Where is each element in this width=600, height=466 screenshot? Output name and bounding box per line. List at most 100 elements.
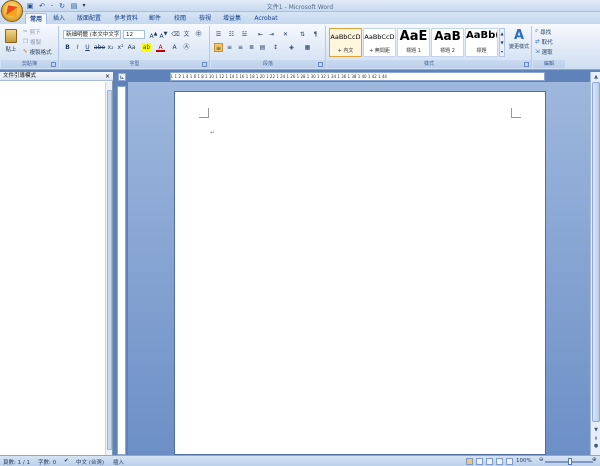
font-name-dropdown[interactable]: 新細明體 (本文中文字	[63, 30, 121, 39]
select-browse-object-icon[interactable]: ●	[592, 442, 600, 450]
tab-mailings[interactable]: 郵件	[146, 13, 164, 24]
style-normal[interactable]: AaBbCcD + 內文	[329, 28, 362, 57]
superscript-icon[interactable]: x²	[116, 43, 125, 52]
enclose-char-icon[interactable]: ㊥	[194, 30, 203, 39]
find-button[interactable]: ⌕ 尋找	[535, 27, 551, 36]
replace-label: 取代	[541, 39, 553, 46]
justify-icon[interactable]: ≣	[247, 43, 256, 52]
font-group-label: 字型	[60, 60, 209, 68]
zoom-in-icon[interactable]: ⊕	[592, 457, 597, 463]
italic-icon[interactable]: I	[73, 43, 82, 52]
status-words[interactable]: 字數: 0	[38, 458, 56, 466]
subscript-icon[interactable]: x₂	[106, 43, 115, 52]
replace-button[interactable]: ⇄ 取代	[535, 37, 553, 46]
sort-icon[interactable]: ⇅	[298, 30, 307, 39]
char-shading-icon[interactable]: A	[170, 43, 179, 52]
paragraph-launcher-icon[interactable]	[318, 62, 323, 67]
tab-add-ins[interactable]: 增益集	[220, 13, 244, 24]
format-painter-button[interactable]: ✎ 複製格式	[23, 47, 52, 56]
increase-indent-icon[interactable]: ⇥	[267, 30, 276, 39]
bullets-icon[interactable]: ☰	[214, 30, 223, 39]
cut-button[interactable]: ✂ 剪下	[23, 27, 41, 36]
grow-font-icon[interactable]: A▲	[149, 30, 158, 40]
office-button[interactable]	[1, 0, 23, 22]
zoom-level[interactable]: 100%	[516, 458, 532, 464]
tab-home[interactable]: 常用	[25, 13, 47, 24]
change-styles-button[interactable]: A 變更樣式	[507, 28, 531, 58]
tab-references[interactable]: 參考資料	[111, 13, 141, 24]
asian-layout-icon[interactable]: ✕	[281, 30, 290, 39]
tab-insert[interactable]: 插入	[50, 13, 68, 24]
copy-button[interactable]: ❐ 複製	[23, 37, 41, 46]
change-case-icon[interactable]: Aa	[127, 43, 136, 52]
select-label: 選取	[541, 49, 553, 56]
styles-scroll[interactable]: ▲ ▼ ▾	[499, 28, 505, 57]
draft-view-icon[interactable]	[506, 458, 513, 465]
highlight-icon[interactable]: ab	[142, 43, 151, 52]
underline-icon[interactable]: U	[83, 43, 92, 52]
show-marks-icon[interactable]: ¶	[311, 30, 320, 39]
close-icon[interactable]: ×	[105, 72, 110, 81]
scissors-icon: ✂	[23, 28, 28, 35]
document-map-scrollbar[interactable]	[105, 82, 112, 455]
styles-group: AaBbCcD + 內文 AaBbCcD + 無間距 AaE 標題 1 AaB …	[327, 26, 532, 68]
shrink-font-icon[interactable]: A▼	[159, 30, 168, 40]
char-border-icon[interactable]: Ⓐ	[182, 43, 191, 52]
margin-mark-top-left	[199, 108, 209, 118]
vertical-ruler[interactable]	[117, 86, 126, 455]
style-no-spacing[interactable]: AaBbCcD + 無間距	[363, 28, 396, 57]
proofing-icon[interactable]: ✔	[64, 458, 69, 464]
print-layout-view-icon[interactable]	[466, 458, 473, 465]
horizontal-ruler[interactable]: L 1 2 1 4 1 6 1 8 1 10 1 12 1 14 1 16 1 …	[170, 72, 545, 81]
align-right-icon[interactable]: ≡	[236, 43, 245, 52]
numbering-icon[interactable]: ☷	[227, 30, 236, 39]
scroll-up-icon[interactable]: ▲	[592, 73, 600, 81]
bold-icon[interactable]: B	[63, 43, 72, 52]
line-spacing-icon[interactable]: ↕	[271, 43, 280, 52]
paste-button[interactable]: 貼上	[4, 28, 18, 56]
distributed-icon[interactable]: ▤	[258, 43, 267, 52]
style-heading-2[interactable]: AaB 標題 2	[431, 28, 464, 57]
vertical-scrollbar[interactable]: ▲ ▼ ⇞ ●	[590, 72, 600, 455]
align-center-icon[interactable]: ≡	[225, 43, 234, 52]
phonetic-guide-icon[interactable]: 文	[182, 30, 191, 39]
zoom-slider-thumb[interactable]	[568, 458, 572, 465]
web-layout-view-icon[interactable]	[486, 458, 493, 465]
select-button[interactable]: ⇲ 選取	[535, 47, 553, 56]
copy-icon: ❐	[23, 38, 28, 45]
change-styles-icon: A	[513, 28, 525, 43]
styles-launcher-icon[interactable]	[524, 62, 529, 67]
style-title[interactable]: AaBb( 標題	[465, 28, 498, 57]
font-color-icon[interactable]: A	[156, 43, 165, 52]
ribbon: 貼上 ✂ 剪下 ❐ 複製 ✎ 複製格式 剪貼簿 新細明體 (本文中文字 12 A▲ A…	[0, 24, 600, 70]
margin-mark-top-right	[511, 108, 521, 118]
clear-format-icon[interactable]: ⌫	[171, 30, 180, 39]
font-size-dropdown[interactable]: 12	[123, 30, 145, 39]
align-left-icon[interactable]: ≡	[214, 43, 223, 52]
strikethrough-icon[interactable]: abe	[94, 43, 105, 52]
ribbon-tabs: 常用 插入 版面配置 參考資料 郵件 校閱 檢視 增益集 Acrobat	[0, 12, 600, 24]
multilevel-list-icon[interactable]: ☱	[240, 30, 249, 39]
tab-view[interactable]: 檢視	[196, 13, 214, 24]
status-mode[interactable]: 插入	[113, 458, 124, 466]
status-language[interactable]: 中文 (台灣)	[76, 458, 104, 466]
font-launcher-icon[interactable]	[202, 62, 207, 67]
borders-icon[interactable]: ▦	[303, 43, 312, 52]
decrease-indent-icon[interactable]: ⇤	[256, 30, 265, 39]
outline-view-icon[interactable]	[496, 458, 503, 465]
style-heading-1[interactable]: AaE 標題 1	[397, 28, 430, 57]
full-screen-view-icon[interactable]	[476, 458, 483, 465]
zoom-out-icon[interactable]: ⊖	[539, 457, 544, 463]
shading-icon[interactable]: ◈	[287, 43, 296, 52]
status-page[interactable]: 頁數: 1 / 1	[3, 458, 30, 466]
tab-review[interactable]: 校閱	[171, 13, 189, 24]
scroll-down-icon[interactable]: ▼	[592, 426, 600, 434]
scrollbar-thumb[interactable]	[592, 82, 600, 422]
tab-acrobat[interactable]: Acrobat	[251, 13, 281, 24]
scrollbar-thumb[interactable]	[107, 90, 112, 450]
tab-page-layout[interactable]: 版面配置	[74, 13, 104, 24]
style-sample: AaE	[399, 29, 428, 44]
ruler-toggle-icon[interactable]: ⊾	[118, 73, 126, 81]
clipboard-launcher-icon[interactable]	[51, 62, 56, 67]
document-page[interactable]: ↵	[174, 91, 546, 455]
